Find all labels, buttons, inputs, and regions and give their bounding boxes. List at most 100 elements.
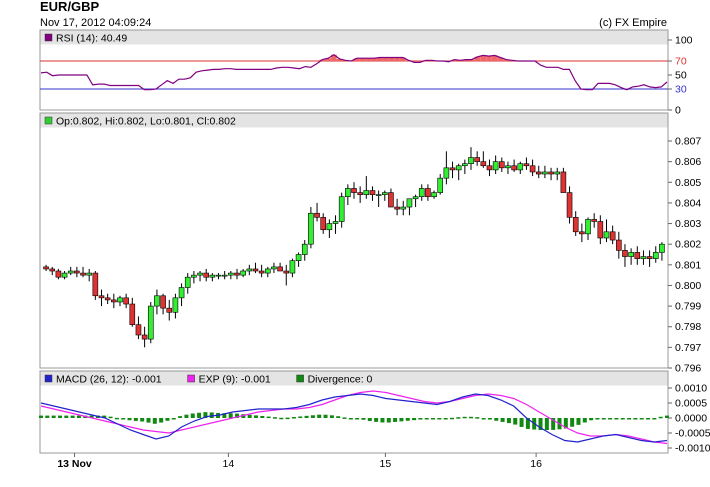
x-tick-label: 15 (380, 458, 392, 470)
divergence-bar (450, 417, 455, 420)
rsi-panel: RSI (14): 40.49 100 70 50 30 0 (39, 29, 693, 117)
divergence-bar (519, 418, 524, 427)
divergence-bar (253, 415, 258, 418)
divergence-bar (544, 418, 549, 430)
candle-body (394, 206, 400, 210)
divergence-bar (633, 418, 638, 420)
candle-body (172, 297, 179, 313)
divergence-bar (627, 418, 632, 420)
divergence-bar (513, 418, 518, 425)
candle-body (345, 188, 351, 198)
candle-body (147, 305, 154, 340)
x-tick-label: 14 (223, 458, 235, 470)
divergence-bar (462, 416, 467, 419)
divergence-bar (121, 418, 126, 420)
candle-body (67, 270, 74, 274)
divergence-bar (658, 416, 663, 419)
divergence-bar (133, 418, 138, 421)
candle-body (566, 192, 573, 218)
candle-body (203, 272, 209, 278)
divergence-bar (399, 418, 404, 422)
candle-body (640, 256, 647, 259)
y-tick-label: 0.802 (675, 239, 701, 251)
candle-body (271, 266, 277, 270)
candle-body (375, 194, 382, 196)
candle-body (511, 165, 517, 171)
candle-body (431, 192, 437, 198)
candle-body (548, 171, 554, 175)
legend-label: Divergence: 0 (308, 374, 373, 386)
candle-body (80, 272, 86, 276)
divergence-bar (412, 418, 417, 421)
candle-body (455, 165, 462, 171)
divergence-bar (589, 418, 594, 421)
y-tick-label: 0.805 (675, 177, 701, 189)
candle-body (129, 303, 136, 325)
candle-body (369, 190, 376, 195)
chart-canvas: EUR/GBP Nov 17, 2012 04:09:24 (c) FX Emp… (39, 0, 710, 470)
candle-body (560, 171, 567, 193)
candle-body (209, 274, 216, 278)
candle-body (258, 270, 265, 274)
legend-label: EXP (9): -0.001 (199, 374, 271, 386)
price-panel: Op:0.802, Hi:0.802, Lo:0.801, Cl:0.802 0.… (39, 112, 701, 375)
divergence-bar (386, 418, 391, 423)
candle-body (228, 272, 234, 276)
candle-body (166, 307, 173, 313)
candle-body (154, 295, 160, 307)
candle-body (603, 231, 610, 239)
divergence-bar (620, 418, 625, 420)
divergence-bar (487, 418, 492, 420)
candle-body (609, 231, 616, 241)
candle-body (326, 223, 333, 231)
candle-body (486, 165, 493, 171)
y-tick-label: 0.797 (675, 342, 701, 354)
divergence-bar (468, 416, 473, 419)
candle-body (529, 165, 536, 173)
panel-frame (39, 112, 669, 369)
y-tick-label: 0.804 (675, 197, 701, 209)
panel-legend-band (40, 30, 668, 45)
divergence-bar (184, 414, 189, 418)
candle-body (381, 192, 388, 195)
candle-body (92, 272, 99, 297)
divergence-bar (127, 418, 132, 421)
candle-body (357, 192, 363, 195)
candle-body (554, 171, 561, 175)
divergence-bar (424, 418, 429, 420)
divergence-bar (190, 413, 195, 418)
y-tick-label: 30 (675, 84, 687, 96)
y-tick-label: 0.807 (675, 136, 701, 148)
divergence-bar (272, 417, 277, 419)
candle-body (443, 167, 450, 179)
candle-body (412, 196, 419, 200)
divergence-bar (418, 418, 423, 420)
candle-body (542, 171, 548, 175)
candle-body (437, 177, 444, 193)
divergence-bar (437, 418, 442, 420)
divergence-bar (576, 418, 581, 425)
candle-body (591, 219, 597, 222)
divergence-bar (39, 415, 43, 418)
candle-body (505, 165, 511, 169)
divergence-bar (608, 418, 613, 420)
y-tick-label: 0 (675, 105, 681, 117)
divergence-bar (57, 415, 62, 418)
divergence-bar (601, 418, 606, 420)
candle-body (480, 161, 487, 167)
candle-body (289, 260, 296, 274)
candle-body (388, 192, 394, 208)
candle-body (332, 221, 339, 224)
divergence-bar (355, 418, 360, 420)
divergence-bar (228, 413, 233, 418)
candle-body (111, 299, 117, 303)
legend-label: RSI (14): 40.49 (56, 33, 127, 45)
candle-body (215, 274, 222, 277)
candle-body (240, 270, 246, 276)
candle-body (252, 268, 259, 272)
divergence-bar (336, 416, 341, 418)
divergence-bar (329, 415, 334, 418)
candle-body (301, 243, 308, 255)
candle-body (400, 206, 407, 210)
divergence-bar (304, 415, 309, 418)
